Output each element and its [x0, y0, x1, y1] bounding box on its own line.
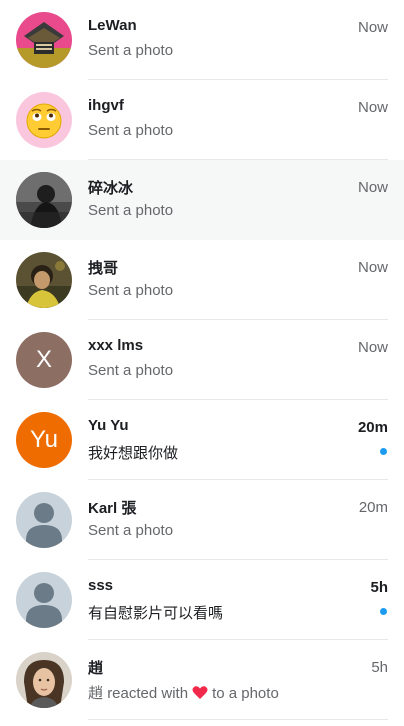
- reaction-action: reacted with: [107, 685, 189, 702]
- timestamp: Now: [357, 19, 388, 36]
- avatar-initial: Yu: [16, 412, 72, 468]
- timestamp: Now: [357, 99, 388, 116]
- message-preview: 有自慰影片可以看嗎: [88, 605, 224, 622]
- avatar: X: [16, 332, 72, 388]
- timestamp: 5h: [370, 579, 388, 596]
- contact-name: 趙: [88, 660, 104, 677]
- divider: [88, 719, 388, 720]
- conversation-row[interactable]: LeWan Sent a photo Now: [0, 0, 404, 80]
- message-preview: 我好想跟你做: [88, 445, 179, 462]
- timestamp: Now: [357, 259, 388, 276]
- contact-name: LeWan: [88, 17, 137, 34]
- message-preview: Sent a photo: [88, 362, 174, 379]
- avatar: [16, 12, 72, 68]
- conversation-row[interactable]: 碎冰冰 Sent a photo Now: [0, 160, 404, 240]
- avatar: [16, 172, 72, 228]
- contact-name: ihgvf: [88, 97, 124, 114]
- conversation-row[interactable]: sss 有自慰影片可以看嗎 5h: [0, 560, 404, 640]
- conversation-list: LeWan Sent a photo Now ihgvf Sent a phot…: [0, 0, 404, 720]
- unread-dot-icon: [380, 608, 387, 615]
- avatar: [16, 492, 72, 548]
- contact-name: 碎冰冰: [88, 180, 134, 197]
- message-preview: Sent a photo: [88, 282, 174, 299]
- default-avatar-icon: [16, 492, 72, 548]
- reaction-suffix: to a photo: [212, 685, 279, 702]
- default-avatar-icon: [16, 572, 72, 628]
- timestamp: 20m: [357, 419, 388, 436]
- avatar-initial: X: [16, 332, 72, 388]
- conversation-row[interactable]: Yu Yu Yu 我好想跟你做 20m: [0, 400, 404, 480]
- avatar: [16, 252, 72, 308]
- message-preview: Sent a photo: [88, 522, 174, 539]
- message-preview: Sent a photo: [88, 202, 174, 219]
- conversation-row[interactable]: 趙 趙 reacted with to a photo 5h: [0, 640, 404, 720]
- conversation-row[interactable]: 拽哥 Sent a photo Now: [0, 240, 404, 320]
- conversation-row[interactable]: ihgvf Sent a photo Now: [0, 80, 404, 160]
- avatar: [16, 652, 72, 708]
- timestamp: Now: [357, 179, 388, 196]
- timestamp: Now: [357, 339, 388, 356]
- heart-icon: [192, 686, 208, 699]
- avatar: [16, 92, 72, 148]
- conversation-row[interactable]: X xxx lms Sent a photo Now: [0, 320, 404, 400]
- contact-name: 拽哥: [88, 260, 119, 277]
- contact-name: sss: [88, 577, 114, 594]
- contact-name: Karl 張: [88, 500, 137, 517]
- contact-name: xxx lms: [88, 337, 144, 354]
- message-preview: Sent a photo: [88, 122, 174, 139]
- reaction-sender: 趙: [88, 685, 104, 702]
- message-preview: Sent a photo: [88, 42, 174, 59]
- message-preview: 趙 reacted with to a photo: [88, 682, 279, 703]
- contact-name: Yu Yu: [88, 417, 129, 434]
- avatar: [16, 572, 72, 628]
- conversation-row[interactable]: Karl 張 Sent a photo 20m: [0, 480, 404, 560]
- timestamp: 5h: [371, 659, 388, 676]
- avatar: Yu: [16, 412, 72, 468]
- unread-dot-icon: [380, 448, 387, 455]
- timestamp: 20m: [358, 499, 388, 516]
